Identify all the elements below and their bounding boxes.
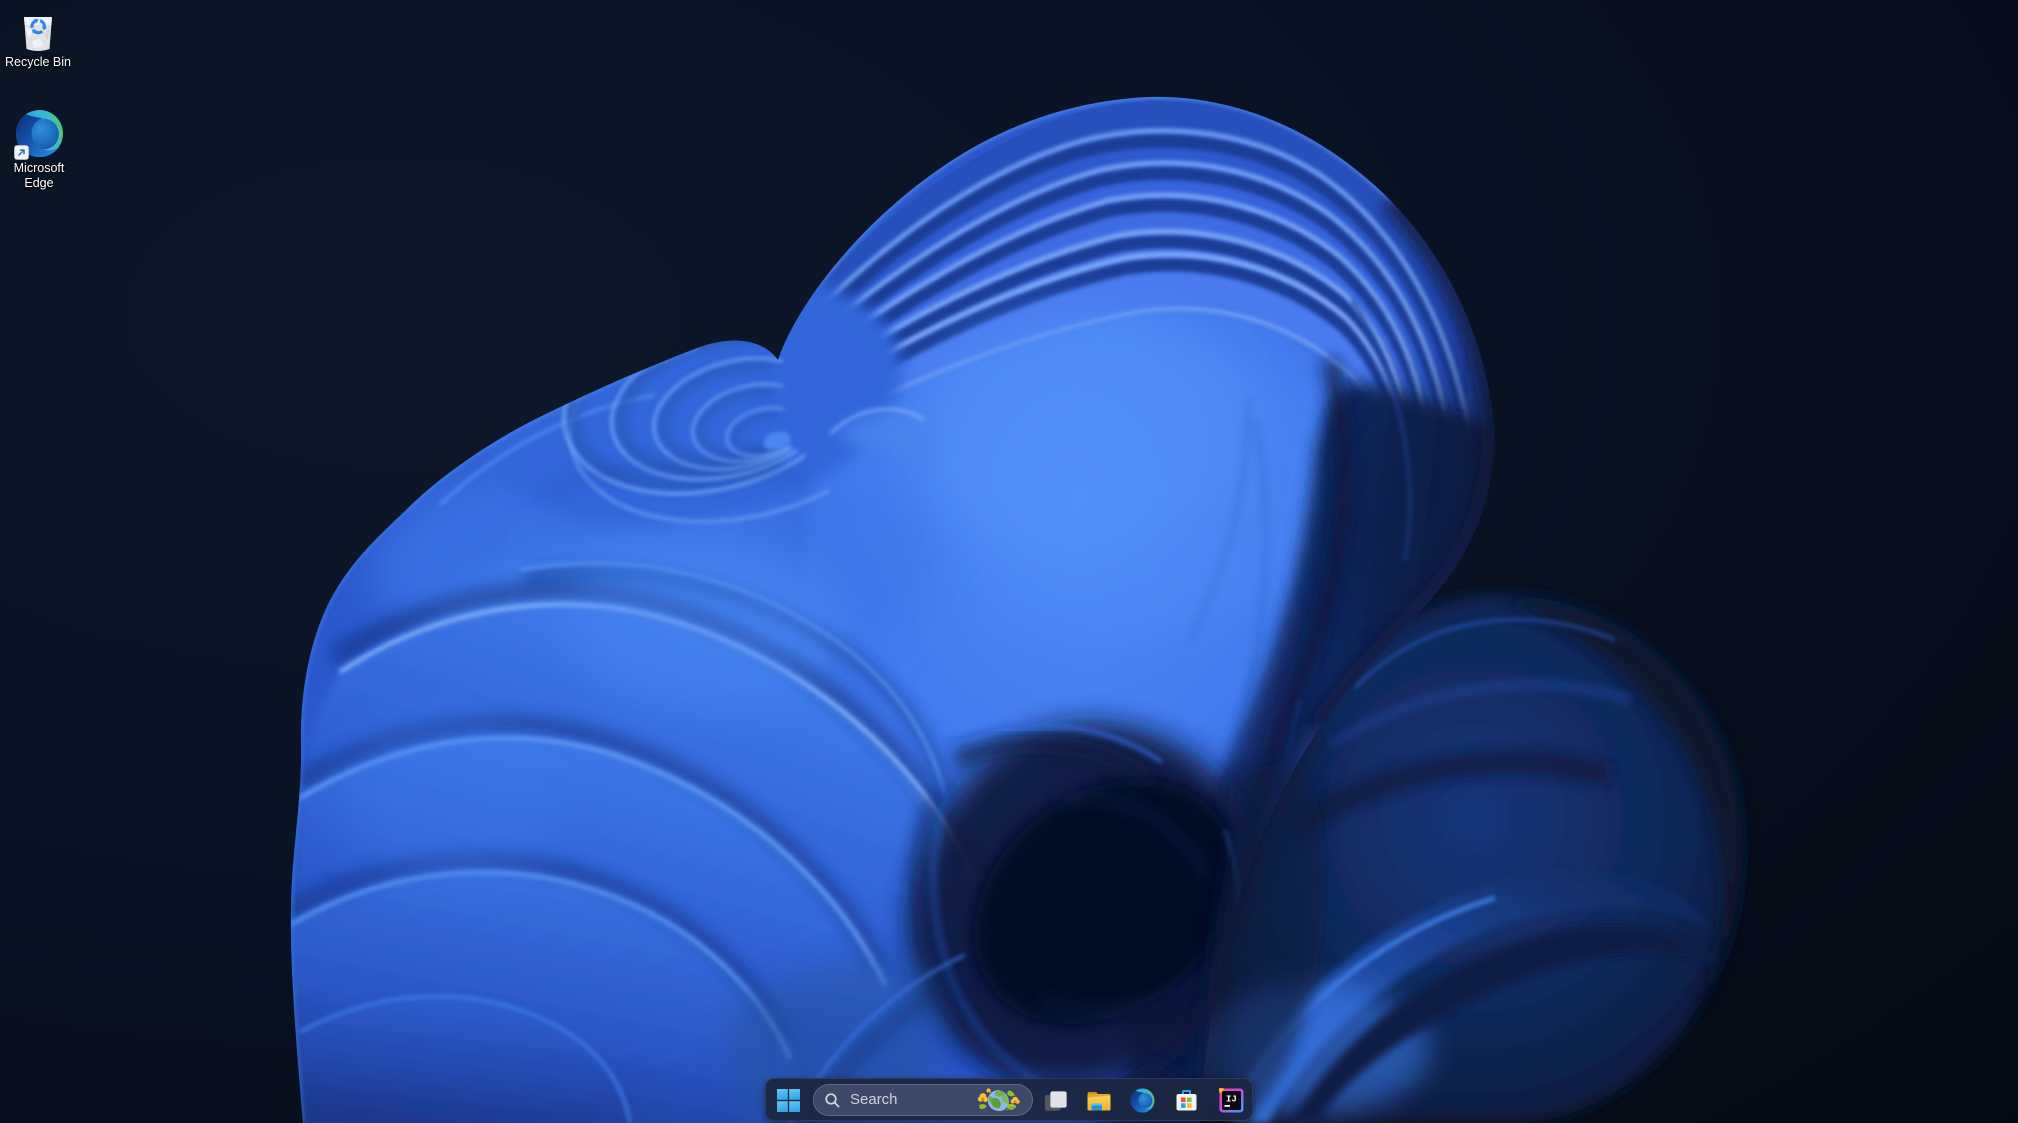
svg-text:IJ: IJ (1226, 1095, 1237, 1105)
